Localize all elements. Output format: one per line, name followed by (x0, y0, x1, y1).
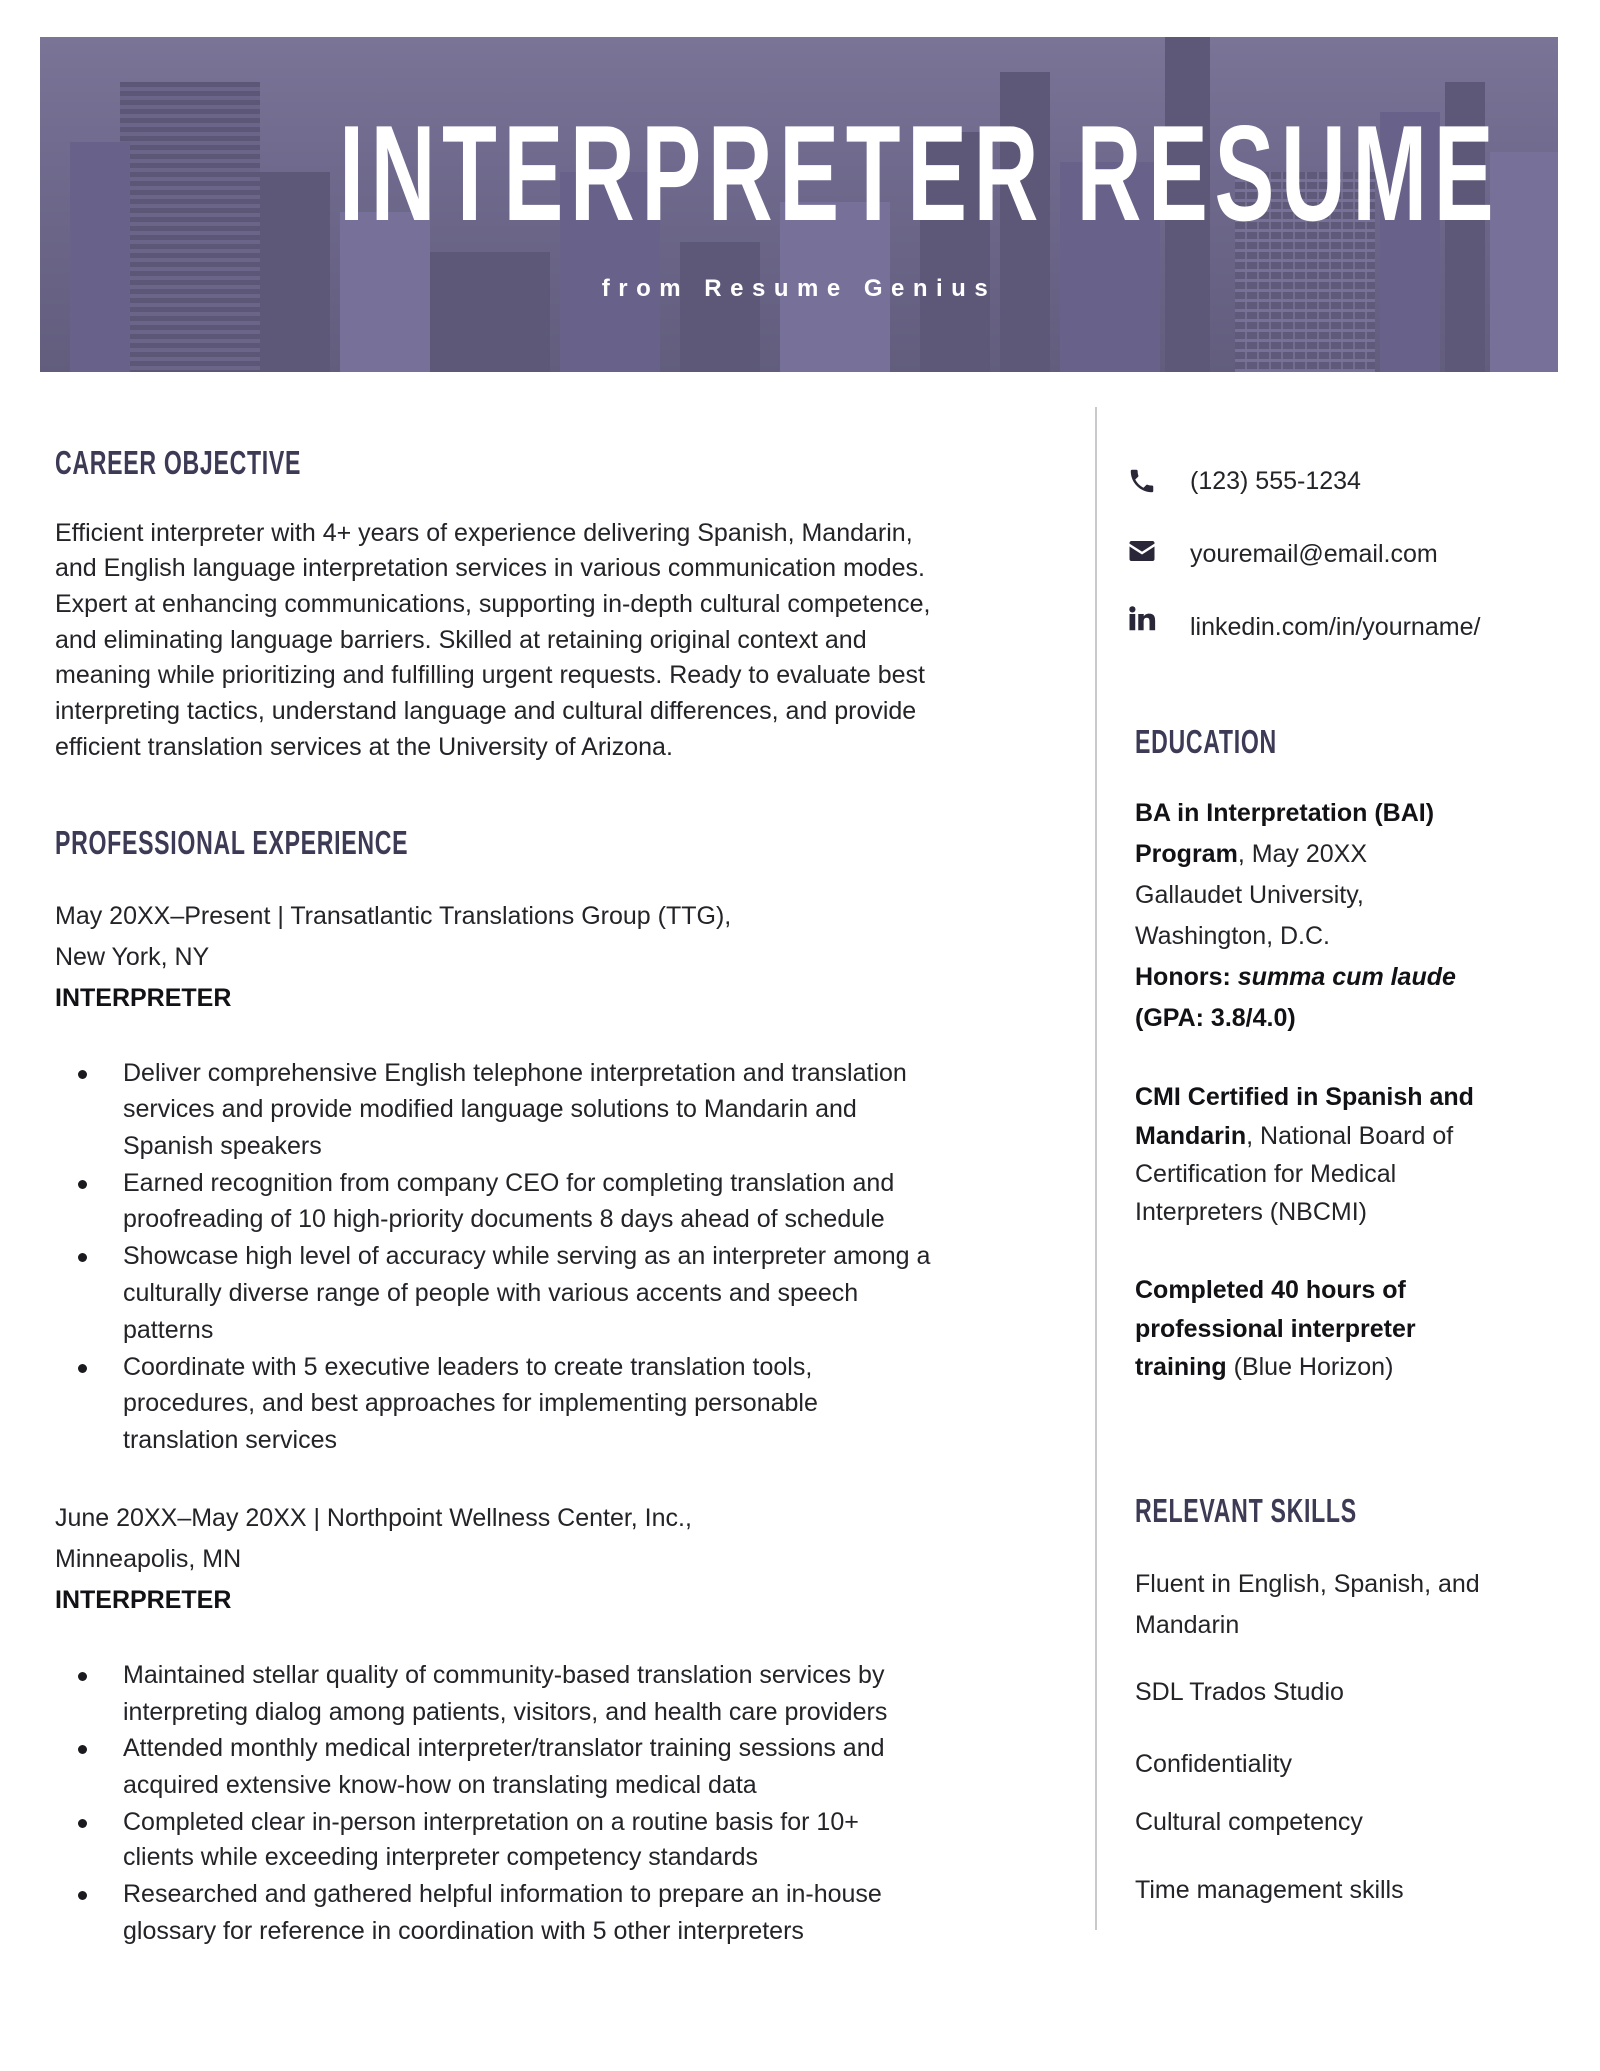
job-location: New York, NY (55, 943, 210, 971)
education-heading: EDUCATION (1135, 723, 1277, 760)
bullet-line: patterns (123, 1316, 214, 1344)
training-name-cont: training (1135, 1353, 1227, 1381)
bullet-line: glossary for reference in coordination w… (123, 1917, 804, 1945)
school-name: Gallaudet University, (1135, 881, 1364, 909)
objective-line: Efficient interpreter with 4+ years of e… (55, 519, 913, 547)
phone-icon (1127, 466, 1157, 496)
bullet-line: proofreading of 10 high-priority documen… (123, 1205, 885, 1233)
skill-item: Fluent in English, Spanish, and (1135, 1570, 1480, 1598)
bullet-line: procedures, and best approaches for impl… (123, 1389, 818, 1417)
phone-number: (123) 555-1234 (1190, 467, 1361, 495)
certification-name-issuer: Mandarin, National Board of (1135, 1121, 1453, 1151)
header-banner: INTERPRETER RESUME from Resume Genius (40, 37, 1558, 372)
degree-name-cont: Program (1135, 840, 1238, 868)
bullet-line: Maintained stellar quality of community-… (123, 1661, 885, 1689)
skyline-building (680, 242, 760, 372)
linkedin-icon (1127, 604, 1157, 634)
page-title: INTERPRETER RESUME (40, 105, 1558, 241)
job-location: Minneapolis, MN (55, 1545, 242, 1573)
certification-name-cont: Mandarin (1135, 1122, 1247, 1150)
page-title-text: INTERPRETER RESUME (339, 97, 1501, 249)
bullet-line: Spanish speakers (123, 1132, 322, 1160)
bullet-line: interpreting dialog among patients, visi… (123, 1698, 888, 1726)
skill-item: Cultural competency (1135, 1808, 1363, 1836)
bullet-icon (78, 1180, 87, 1189)
certification-issuer: , National Board of (1246, 1122, 1454, 1150)
bullet-line: Deliver comprehensive English telephone … (123, 1059, 907, 1087)
career-objective-heading: CAREER OBJECTIVE (55, 444, 302, 481)
bullet-line: clients while exceeding interpreter comp… (123, 1843, 759, 1871)
degree-name-date: Program, May 20XX (1135, 839, 1367, 869)
objective-line: and English language interpretation serv… (55, 554, 925, 582)
page-subtitle: from Resume Genius (601, 275, 997, 302)
envelope-icon (1127, 536, 1157, 566)
bullet-line: Researched and gathered helpful informat… (123, 1880, 882, 1908)
bullet-icon (78, 1745, 87, 1754)
objective-line: efficient translation services at the Un… (55, 733, 673, 761)
training-name: professional interpreter (1135, 1315, 1416, 1343)
column-divider (1095, 407, 1097, 1930)
honors: Honors: summa cum laude (1135, 962, 1456, 992)
training-name-provider: training (Blue Horizon) (1135, 1352, 1393, 1382)
bullet-line: translation services (123, 1426, 337, 1454)
skill-item: SDL Trados Studio (1135, 1678, 1344, 1706)
honors-value: summa cum laude (1237, 963, 1456, 991)
certification-issuer-line: Certification for Medical (1135, 1160, 1397, 1188)
bullet-line: Coordinate with 5 executive leaders to c… (123, 1353, 813, 1381)
training-provider: (Blue Horizon) (1226, 1353, 1394, 1381)
certification-issuer-line: Interpreters (NBCMI) (1135, 1198, 1367, 1226)
job-dates-company: May 20XX–Present | Transatlantic Transla… (55, 902, 732, 930)
certification-name: CMI Certified in Spanish and (1135, 1083, 1474, 1111)
training-name: Completed 40 hours of (1135, 1276, 1406, 1304)
gpa: (GPA: 3.8/4.0) (1135, 1004, 1296, 1032)
bullet-icon (78, 1364, 87, 1373)
bullet-icon (78, 1070, 87, 1079)
objective-line: and eliminating language barriers. Skill… (55, 626, 867, 654)
skill-item: Confidentiality (1135, 1750, 1293, 1778)
skill-item: Time management skills (1135, 1876, 1404, 1904)
degree-name: BA in Interpretation (BAI) (1135, 799, 1435, 827)
degree-date: , May 20XX (1237, 840, 1368, 868)
bullet-icon (78, 1819, 87, 1828)
objective-line: Expert at enhancing communications, supp… (55, 590, 931, 618)
job-dates-company: June 20XX–May 20XX | Northpoint Wellness… (55, 1504, 692, 1532)
bullet-line: Attended monthly medical interpreter/tra… (123, 1734, 885, 1762)
skills-heading: RELEVANT SKILLS (1135, 1492, 1357, 1529)
bullet-line: services and provide modified language s… (123, 1095, 857, 1123)
objective-line: meaning while prioritizing and fulfillin… (55, 661, 925, 689)
experience-heading: PROFESSIONAL EXPERIENCE (55, 824, 409, 861)
bullet-icon (78, 1891, 87, 1900)
job-title: INTERPRETER (55, 984, 232, 1012)
bullet-icon (78, 1253, 87, 1262)
skyline-building (430, 252, 550, 372)
bullet-icon (78, 1672, 87, 1681)
honors-label: Honors: (1135, 963, 1238, 991)
bullet-line: acquired extensive know-how on translati… (123, 1771, 757, 1799)
linkedin-url: linkedin.com/in/yourname/ (1190, 613, 1481, 641)
skill-item-cont: Mandarin (1135, 1611, 1240, 1639)
objective-line: interpreting tactics, understand languag… (55, 697, 917, 725)
bullet-line: culturally diverse range of people with … (123, 1279, 859, 1307)
email-address: youremail@email.com (1190, 540, 1438, 568)
bullet-line: Completed clear in-person interpretation… (123, 1808, 859, 1836)
job-title: INTERPRETER (55, 1586, 232, 1614)
bullet-line: Showcase high level of accuracy while se… (123, 1242, 931, 1270)
bullet-line: Earned recognition from company CEO for … (123, 1169, 895, 1197)
school-location: Washington, D.C. (1135, 922, 1330, 950)
